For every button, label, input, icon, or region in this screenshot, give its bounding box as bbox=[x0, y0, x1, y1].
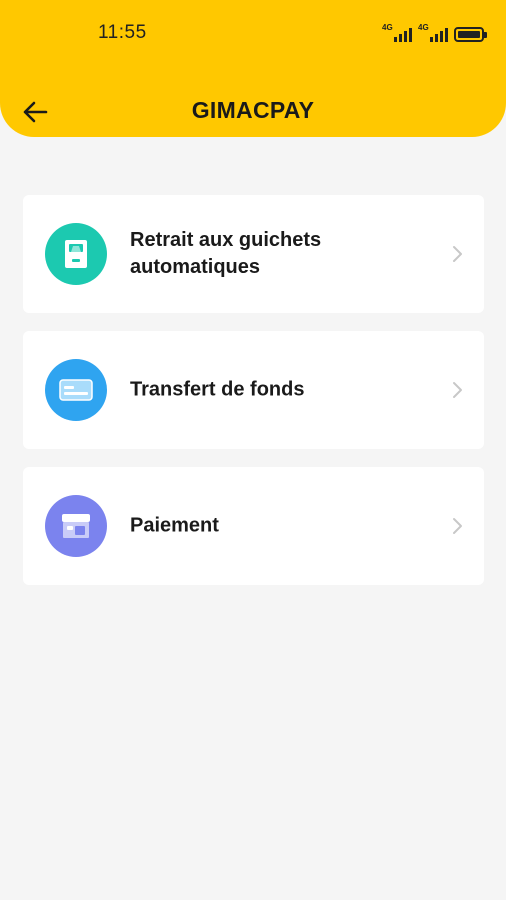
card-icon bbox=[45, 359, 107, 421]
network-type-label: 4G bbox=[382, 23, 393, 32]
battery-icon bbox=[454, 26, 487, 42]
app-header: 11:55 4G 4G GIMACPAY bbox=[0, 0, 506, 137]
chevron-right-icon bbox=[453, 518, 462, 534]
chevron-right-icon bbox=[453, 382, 462, 398]
menu-item-label: Retrait aux guichets automatiques bbox=[130, 229, 322, 278]
menu-item-label: Paiement bbox=[130, 514, 219, 537]
status-time: 11:55 bbox=[98, 22, 147, 43]
menu-item-label: Transfert de fonds bbox=[130, 378, 305, 401]
chevron-right-icon bbox=[453, 246, 462, 262]
page-title: GIMACPAY bbox=[191, 97, 315, 123]
menu-item-fund-transfer[interactable]: Transfert de fonds bbox=[23, 331, 484, 449]
signal-icon: 4G bbox=[418, 23, 448, 43]
signal-icon: 4G bbox=[382, 23, 412, 43]
shop-icon bbox=[45, 495, 107, 557]
status-icons: 4G 4G bbox=[382, 23, 487, 44]
menu-item-payment[interactable]: Paiement bbox=[23, 467, 484, 585]
menu-item-atm-withdrawal[interactable]: Retrait aux guichets automatiques bbox=[23, 195, 484, 313]
network-type-label: 4G bbox=[418, 23, 429, 32]
atm-icon bbox=[45, 223, 107, 285]
